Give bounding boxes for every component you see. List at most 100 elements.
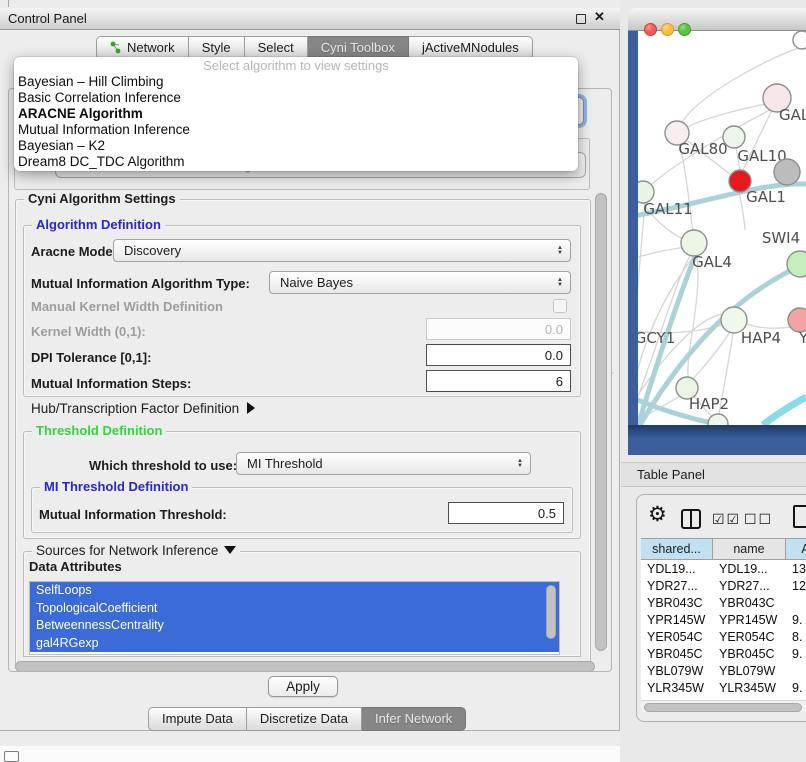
- network-node-swi4[interactable]: [787, 251, 806, 277]
- algorithm-option[interactable]: ARACNE Algorithm: [14, 106, 578, 122]
- table-row[interactable]: YBL079WYBL079W: [641, 663, 806, 680]
- table-cell: YDR27...: [713, 578, 786, 595]
- gear-icon[interactable]: ⚙: [648, 502, 667, 526]
- select-columns-icon[interactable]: ☑☑: [712, 512, 741, 528]
- chrome-divider: [8, 0, 9, 7]
- unselect-columns-icon[interactable]: ☐☐: [744, 512, 773, 528]
- algorithm-option[interactable]: Basic Correlation Inference: [14, 90, 578, 106]
- table-cell: YBR045C: [713, 646, 786, 663]
- network-canvas[interactable]: GAL8GAL80GAL10GAL1GAL11GAL4SWI4HAP4YGCY1…: [638, 31, 806, 425]
- network-node[interactable]: [774, 159, 800, 185]
- horizontal-scrollbar[interactable]: [15, 661, 595, 672]
- vertical-scrollbar[interactable]: [595, 193, 607, 651]
- manual-kernel-checkbox[interactable]: [553, 299, 567, 313]
- dpi-tolerance-field[interactable]: 0.0: [426, 344, 571, 366]
- aracne-mode-select[interactable]: Discovery ▲▼: [113, 239, 571, 262]
- node-label: GAL4: [692, 253, 732, 271]
- network-node[interactable]: [793, 31, 806, 49]
- stepper-arrows-icon: ▲▼: [517, 458, 523, 468]
- cyni-algorithm-settings-title: Cyni Algorithm Settings: [24, 191, 180, 206]
- table-cell: 13: [786, 561, 806, 578]
- tab-label: Network: [127, 40, 175, 55]
- sources-title-expander[interactable]: Sources for Network Inference: [32, 543, 240, 558]
- table-cell: 8.: [786, 629, 806, 646]
- tab-label: Style: [202, 40, 231, 55]
- zoom-traffic-light[interactable]: [678, 23, 691, 36]
- table-row[interactable]: YBR045CYBR045C9.: [641, 646, 806, 663]
- minimize-traffic-light[interactable]: [661, 23, 674, 36]
- apply-button[interactable]: Apply: [268, 676, 338, 697]
- tab-discretize-data[interactable]: Discretize Data: [247, 707, 362, 731]
- table-row[interactable]: YBR043CYBR043C: [641, 595, 806, 612]
- column-header-shared[interactable]: shared...: [641, 538, 713, 560]
- float-window-icon[interactable]: [576, 14, 586, 24]
- column-header-A[interactable]: A: [786, 538, 806, 560]
- hub-definition-expander[interactable]: Hub/Transcription Factor Definition: [31, 401, 255, 416]
- table-cell: YDL19...: [713, 561, 786, 578]
- table-cell: YBR045C: [641, 646, 713, 663]
- screen: Control Panel ✕ NetworkStyleSelectCyni T…: [0, 0, 806, 762]
- table-row[interactable]: YLR345WYLR345W9.: [641, 680, 806, 697]
- attribute-item[interactable]: gal4RGexp: [30, 635, 559, 653]
- node-label: GCY1: [638, 329, 675, 347]
- close-traffic-light[interactable]: [644, 23, 657, 36]
- network-window-titlebar[interactable]: [628, 8, 806, 31]
- table-cell: YBL079W: [713, 663, 786, 680]
- aracne-mode-label: Aracne Mode:: [31, 244, 117, 259]
- algorithm-option[interactable]: Dream8 DC_TDC Algorithm: [14, 154, 578, 170]
- table-cell: YBR043C: [641, 595, 713, 612]
- network-edge: [739, 192, 745, 230]
- mi-steps-label: Mutual Information Steps:: [31, 376, 191, 391]
- algorithm-option[interactable]: Mutual Information Inference: [14, 122, 578, 138]
- network-edge: [693, 332, 730, 379]
- document-icon[interactable]: [793, 505, 806, 528]
- kernel-width-field[interactable]: 0.0: [426, 318, 571, 340]
- table-cell: YBR043C: [713, 595, 786, 612]
- mi-type-label: Mutual Information Algorithm Type:: [31, 276, 250, 291]
- table-row[interactable]: YPR145WYPR145W9.: [641, 612, 806, 629]
- network-node-gal10[interactable]: [723, 126, 745, 148]
- algorithm-option[interactable]: Bayesian – Hill Climbing: [14, 74, 578, 90]
- expand-right-icon: [247, 402, 255, 414]
- table-cell: 12: [786, 578, 806, 595]
- mi-type-select[interactable]: Naive Bayes ▲▼: [269, 271, 571, 294]
- table-cell: YER054C: [713, 629, 786, 646]
- column-header-name[interactable]: name: [713, 538, 786, 560]
- mi-steps-field[interactable]: 6: [426, 370, 571, 392]
- table-row[interactable]: YER054CYER054C8.: [641, 629, 806, 646]
- mi-threshold-title: MI Threshold Definition: [40, 479, 192, 494]
- node-label: HAP2: [689, 395, 729, 413]
- table-cell: 9.: [786, 612, 806, 629]
- network-edge: [763, 397, 806, 425]
- list-scrollbar[interactable]: [546, 585, 556, 639]
- node-table: shared...nameAYDL19...YDL19...13YDR27...…: [641, 538, 806, 712]
- table-cell: [786, 663, 806, 680]
- manual-kernel-label: Manual Kernel Width Definition: [31, 299, 223, 314]
- table-row[interactable]: YDR27...YDR27...12: [641, 578, 806, 595]
- close-icon[interactable]: ✕: [594, 9, 605, 25]
- data-attributes-label: Data Attributes: [29, 559, 122, 574]
- algorithm-option[interactable]: Bayesian – K2: [14, 138, 578, 154]
- table-hscrollbar-track: [641, 700, 806, 712]
- table-hscrollbar[interactable]: [644, 703, 802, 712]
- table-cell: YDL19...: [641, 561, 713, 578]
- tab-impute-data[interactable]: Impute Data: [148, 707, 247, 731]
- split-pane-icon[interactable]: [681, 509, 701, 529]
- mi-threshold-field[interactable]: 0.5: [448, 502, 564, 524]
- node-label: GAL1: [746, 188, 786, 206]
- table-row[interactable]: YDL19...YDL19...13: [641, 561, 806, 578]
- attribute-item[interactable]: SelfLoops: [30, 582, 559, 600]
- tab-infer-network[interactable]: Infer Network: [362, 707, 466, 731]
- table-cell: YLR345W: [641, 680, 713, 697]
- which-threshold-label: Which threshold to use:: [89, 458, 237, 473]
- node-label: Y: [798, 329, 806, 347]
- data-attributes-list: SelfLoopsTopologicalCoefficientBetweenne…: [29, 581, 560, 655]
- node-label: GAL11: [643, 200, 692, 218]
- attribute-item[interactable]: BetweennessCentrality: [30, 617, 559, 635]
- table-panel-title: Table Panel: [637, 467, 705, 482]
- attribute-item[interactable]: TopologicalCoefficient: [30, 600, 559, 618]
- node-label: HAP4: [741, 329, 781, 347]
- which-threshold-select[interactable]: MI Threshold ▲▼: [236, 452, 531, 475]
- algorithm-placeholder: Select algorithm to view settings: [14, 57, 578, 74]
- restore-panel-icon[interactable]: [4, 751, 19, 762]
